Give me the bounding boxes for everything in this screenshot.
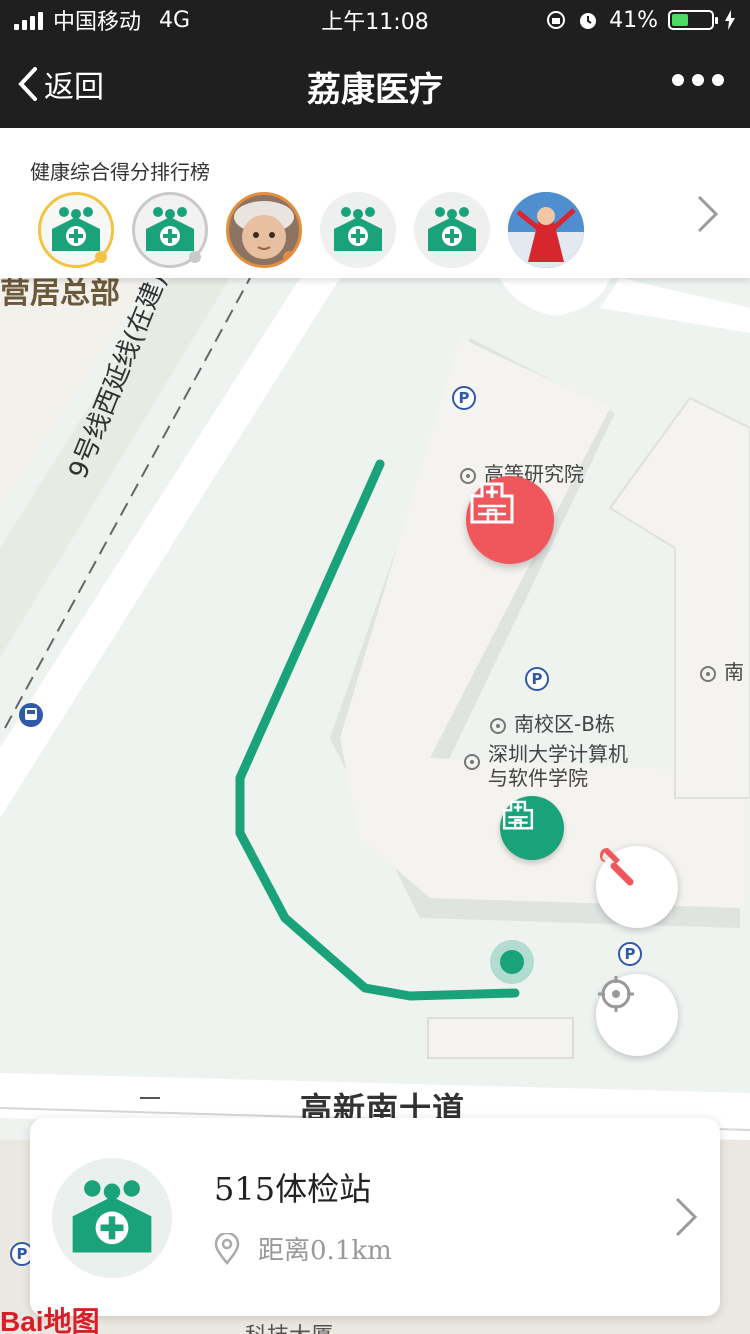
clinic-logo-icon	[72, 1180, 152, 1253]
station-logo	[52, 1158, 172, 1278]
poi-cs-college: 深圳大学计算机 与软件学院	[464, 742, 628, 790]
poi-south-partial: 南	[700, 656, 744, 685]
tools-button[interactable]	[596, 846, 678, 928]
locate-button[interactable]	[596, 974, 678, 1056]
station-card[interactable]: 515体检站 距离0.1km	[30, 1118, 720, 1316]
ranking-panel: 健康综合得分排行榜	[0, 128, 750, 278]
hospital-marker-green[interactable]	[500, 796, 564, 860]
map-label-topleft: 营居总部	[0, 278, 120, 311]
parking-icon: P	[525, 667, 549, 691]
ranking-title: 健康综合得分排行榜	[30, 160, 210, 184]
clinic-logo-icon	[428, 207, 476, 251]
ranking-avatar-4[interactable]	[320, 192, 396, 268]
current-location-marker	[490, 940, 534, 984]
charging-icon	[725, 10, 735, 30]
network-label: 4G	[159, 7, 191, 33]
more-button[interactable]	[672, 74, 724, 86]
battery-icon	[668, 10, 718, 30]
more-dots-icon	[672, 74, 684, 86]
ranking-avatar-1[interactable]	[38, 192, 114, 268]
parking-icon: P	[452, 386, 476, 410]
person-photo-icon	[508, 192, 584, 268]
hospital-icon	[470, 482, 514, 524]
bus-stop-icon	[19, 703, 43, 727]
rotation-lock-icon	[547, 11, 566, 29]
alarm-icon	[580, 13, 597, 29]
nav-bar: 返回 荔康医疗	[0, 40, 750, 128]
crosshair-icon	[598, 976, 634, 1012]
map-label-bottom: 科技大厦	[245, 1318, 333, 1334]
hospital-marker-red[interactable]	[466, 476, 554, 564]
baidu-map-logo: Bai地图	[0, 1306, 100, 1334]
chevron-right-icon	[675, 1197, 698, 1237]
clinic-logo-icon	[146, 207, 194, 251]
carrier-label: 中国移动	[53, 10, 142, 35]
signal-icon	[14, 10, 43, 30]
ranking-avatar-6[interactable]	[508, 192, 584, 268]
status-bar: 中国移动 4G 上午11:08 41%	[0, 0, 750, 40]
hospital-icon	[502, 800, 534, 830]
ranking-avatar-3[interactable]	[226, 192, 302, 268]
ranking-avatars	[38, 192, 584, 268]
location-pin-icon	[214, 1232, 240, 1265]
station-distance: 距离0.1km	[214, 1230, 392, 1267]
ranking-avatar-2[interactable]	[132, 192, 208, 268]
battery-percent: 41%	[609, 7, 658, 33]
ranking-avatar-5[interactable]	[414, 192, 490, 268]
wrench-icon	[600, 848, 634, 886]
clinic-logo-icon	[334, 207, 382, 251]
poi-south-campus: 南校区-B栋	[490, 708, 615, 737]
chevron-right-icon[interactable]	[696, 194, 720, 234]
parking-icon: P	[618, 942, 642, 966]
clinic-logo-icon	[52, 207, 100, 251]
distance-text: 距离0.1km	[258, 1236, 392, 1266]
page-title: 荔康医疗	[307, 70, 443, 110]
time-label: 上午11:08	[321, 10, 429, 35]
station-name: 515体检站	[214, 1170, 372, 1208]
